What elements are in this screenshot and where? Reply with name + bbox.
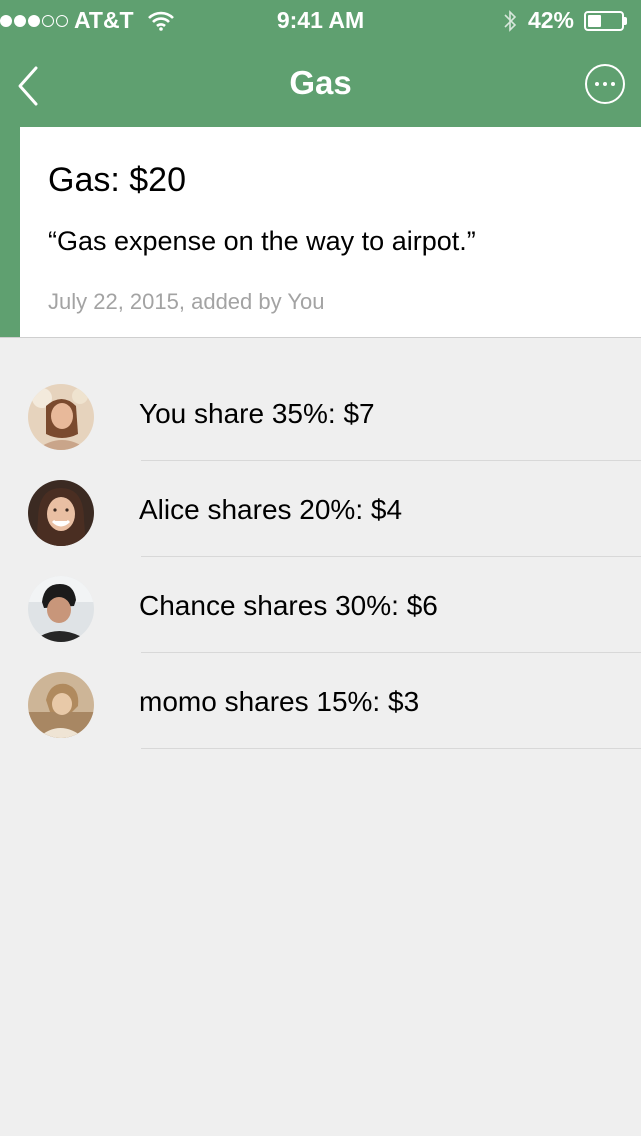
- list-item[interactable]: You share 35%: $7: [0, 338, 641, 461]
- battery-fill: [588, 14, 602, 27]
- more-options-button[interactable]: [585, 64, 625, 104]
- share-text: Chance shares 30%: $6: [139, 590, 438, 621]
- shares-list: You share 35%: $7 Alice shares 20%: $4 C…: [0, 338, 641, 749]
- list-item[interactable]: momo shares 15%: $3: [0, 626, 641, 749]
- bluetooth-icon: [504, 9, 517, 32]
- battery-percent: 42%: [527, 7, 574, 33]
- expense-card: Gas: $20 “Gas expense on the way to airp…: [20, 127, 641, 337]
- battery-tip: [624, 16, 627, 25]
- row-divider: [141, 748, 641, 749]
- share-text: You share 35%: $7: [139, 398, 375, 429]
- share-text: momo shares 15%: $3: [139, 686, 420, 717]
- navigation-bar: Gas: [0, 50, 641, 120]
- list-item[interactable]: Chance shares 30%: $6: [0, 530, 641, 653]
- more-horizontal-icon: [595, 82, 599, 86]
- expense-description: “Gas expense on the way to airpot.”: [48, 226, 476, 256]
- expense-meta: July 22, 2015, added by You: [48, 289, 325, 314]
- battery-body: [584, 10, 624, 31]
- page-title: Gas: [289, 64, 352, 101]
- list-item[interactable]: Alice shares 20%: $4: [0, 434, 641, 557]
- avatar-momo-image: [28, 672, 94, 738]
- status-bar: AT&T 9:41 AM 42%: [0, 0, 641, 40]
- expense-title: Gas: $20: [48, 161, 186, 199]
- more-horizontal-icon: [603, 82, 607, 86]
- avatar: [28, 672, 94, 738]
- status-right: 42%: [502, 7, 627, 34]
- share-text: Alice shares 20%: $4: [139, 494, 403, 525]
- battery-icon: [584, 10, 627, 31]
- more-horizontal-icon: [611, 82, 615, 86]
